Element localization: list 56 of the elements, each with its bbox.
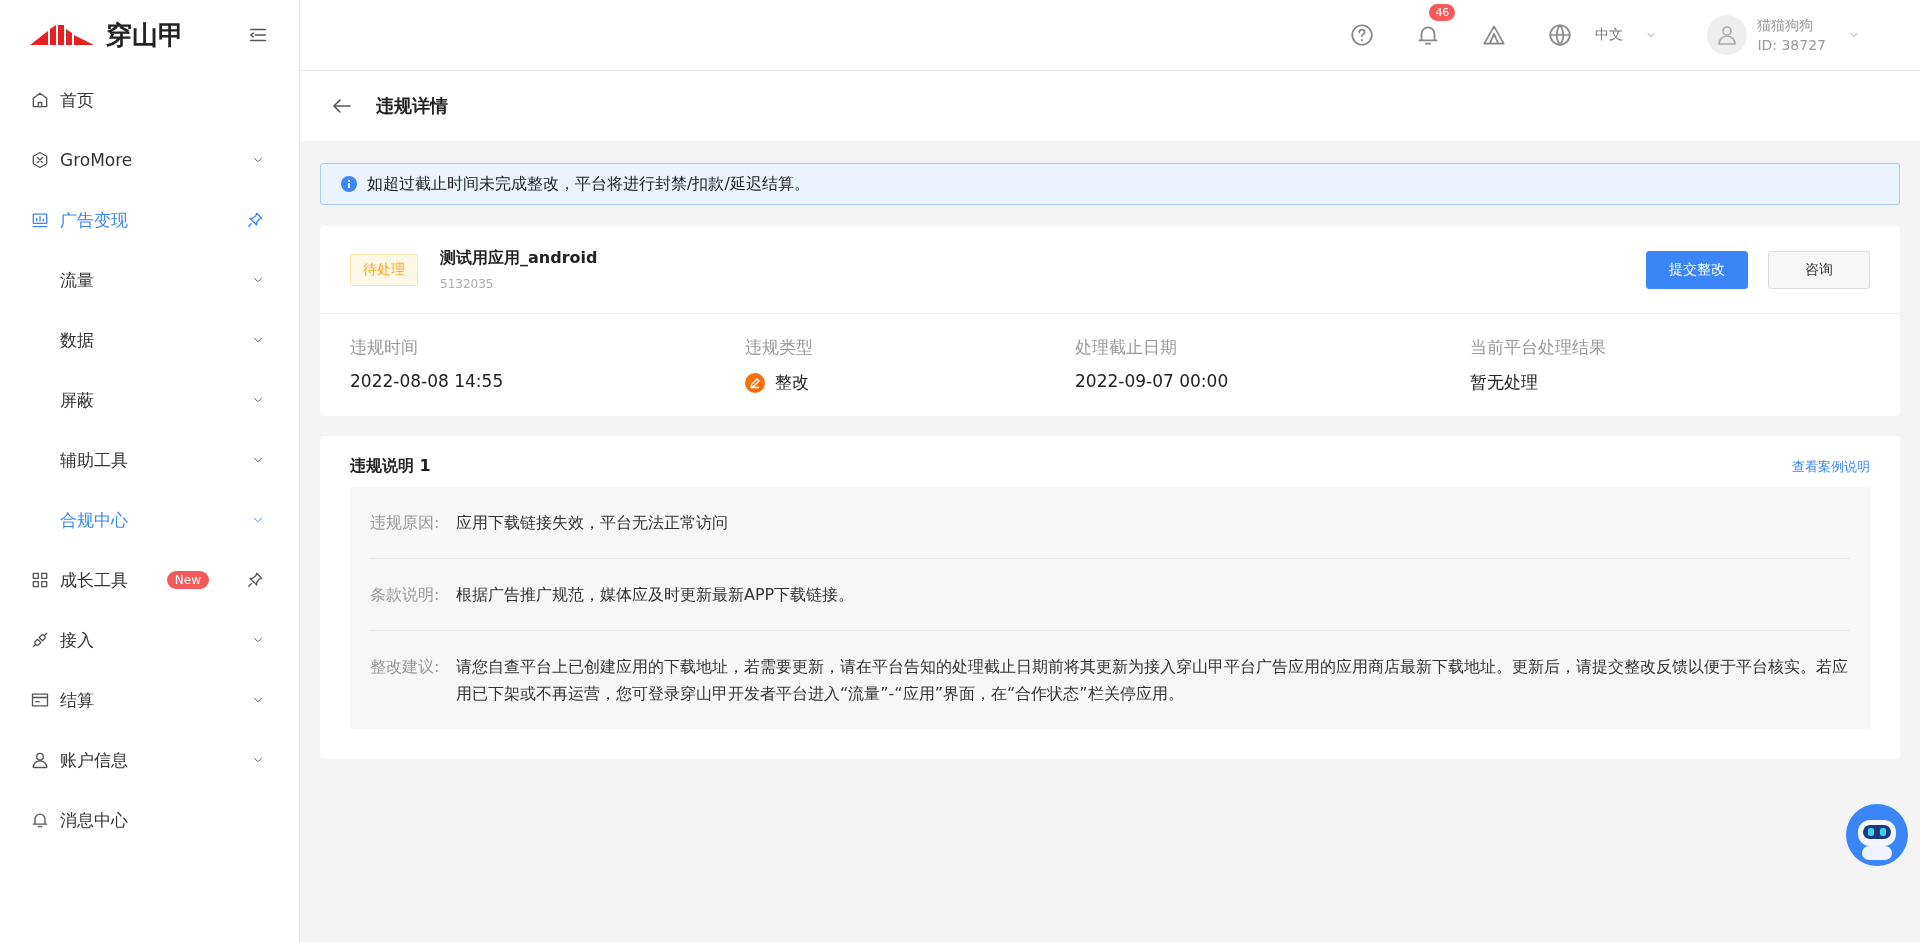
field-label: 处理截止日期 — [1075, 336, 1178, 359]
field-value: 2022-08-08 14:55 — [350, 371, 504, 391]
row-text: 根据广告推广规范，媒体应及时更新最新APP下载链接。 — [456, 584, 856, 606]
sidebar-item[interactable]: 结算 — [0, 670, 299, 730]
sidebar-item[interactable]: GroMore — [0, 130, 299, 190]
user-icon — [30, 750, 50, 770]
sidebar-subitem[interactable]: 辅助工具 — [0, 430, 299, 490]
page-title: 违规详情 — [376, 94, 448, 118]
new-badge: New — [166, 571, 209, 589]
pin-icon[interactable] — [245, 210, 265, 230]
grid-icon — [30, 570, 50, 590]
sidebar-item[interactable]: 账户信息 — [0, 730, 299, 790]
row-label: 违规原因: — [370, 512, 441, 534]
help-icon[interactable] — [1349, 22, 1376, 48]
user-id: ID: 38727 — [1757, 36, 1826, 55]
language-selector[interactable]: 中文 — [1595, 26, 1624, 44]
sidebar-subitem[interactable]: 数据 — [0, 310, 299, 370]
avatar[interactable] — [1707, 15, 1748, 55]
sidebar-subitem[interactable]: 流量 — [0, 250, 299, 310]
sidebar-item[interactable]: 消息中心 — [0, 790, 299, 850]
logo-icon — [30, 23, 94, 47]
logo-text: 穿山甲 — [106, 18, 184, 52]
user-name: 猫猫狗狗 — [1757, 16, 1815, 35]
view-case-link[interactable]: 查看案例说明 — [1792, 457, 1870, 476]
field-label: 违规时间 — [350, 336, 419, 359]
sidebar-subitem[interactable]: 合规中心 — [0, 490, 299, 550]
row-label: 整改建议: — [370, 656, 441, 678]
consult-button[interactable]: 咨询 — [1768, 250, 1870, 289]
submit-button[interactable]: 提交整改 — [1646, 250, 1748, 289]
row-text: 应用下载链接失效，平台无法正常访问 — [456, 512, 729, 534]
hexagon-icon — [30, 150, 50, 170]
field-label: 当前平台处理结果 — [1470, 336, 1607, 359]
notification-badge: 46 — [1429, 4, 1456, 21]
robot-assistant-icon[interactable] — [1846, 804, 1908, 866]
field-value: 暂无处理 — [1470, 371, 1538, 394]
plug-icon — [30, 630, 50, 650]
app-name: 测试用应用_android — [440, 248, 599, 269]
pin-icon[interactable] — [245, 570, 265, 590]
edit-icon — [745, 372, 765, 393]
home-icon — [30, 90, 50, 110]
sidebar-item[interactable]: 成长工具 New — [0, 550, 299, 610]
app-id: 5132035 — [440, 277, 495, 291]
field-label: 违规类型 — [745, 336, 814, 359]
sidebar-item[interactable]: 首页 — [0, 70, 299, 130]
status-tag: 待处理 — [350, 253, 418, 286]
info-icon — [341, 176, 357, 192]
field-value: 2022-09-07 00:00 — [1075, 371, 1229, 391]
row-label: 条款说明: — [370, 584, 441, 606]
sidebar-item[interactable]: 广告变现 — [0, 190, 299, 250]
section-title: 违规说明 1 — [350, 456, 431, 477]
sidebar-subitem[interactable]: 屏蔽 — [0, 370, 299, 430]
sidebar-item[interactable]: 接入 — [0, 610, 299, 670]
alert-text: 如超过截止时间未完成整改，平台将进行封禁/扣款/延迟结算。 — [367, 173, 810, 195]
globe-icon[interactable] — [1547, 22, 1574, 48]
row-text: 请您自查平台上已创建应用的下载地址，若需要更新，请在平台告知的处理截止日期前将其更新为接入穿山甲平台广告应用的应用商店最新下载地址。更新后，请提交整改反馈以便于平台核实。若应用已下架或不再运营，您可登录穿山甲开发者平台进入“流量”-“应用”界面，在“合作状态”栏关停应用。 — [456, 656, 1849, 705]
field-value: 整改 — [775, 371, 809, 394]
